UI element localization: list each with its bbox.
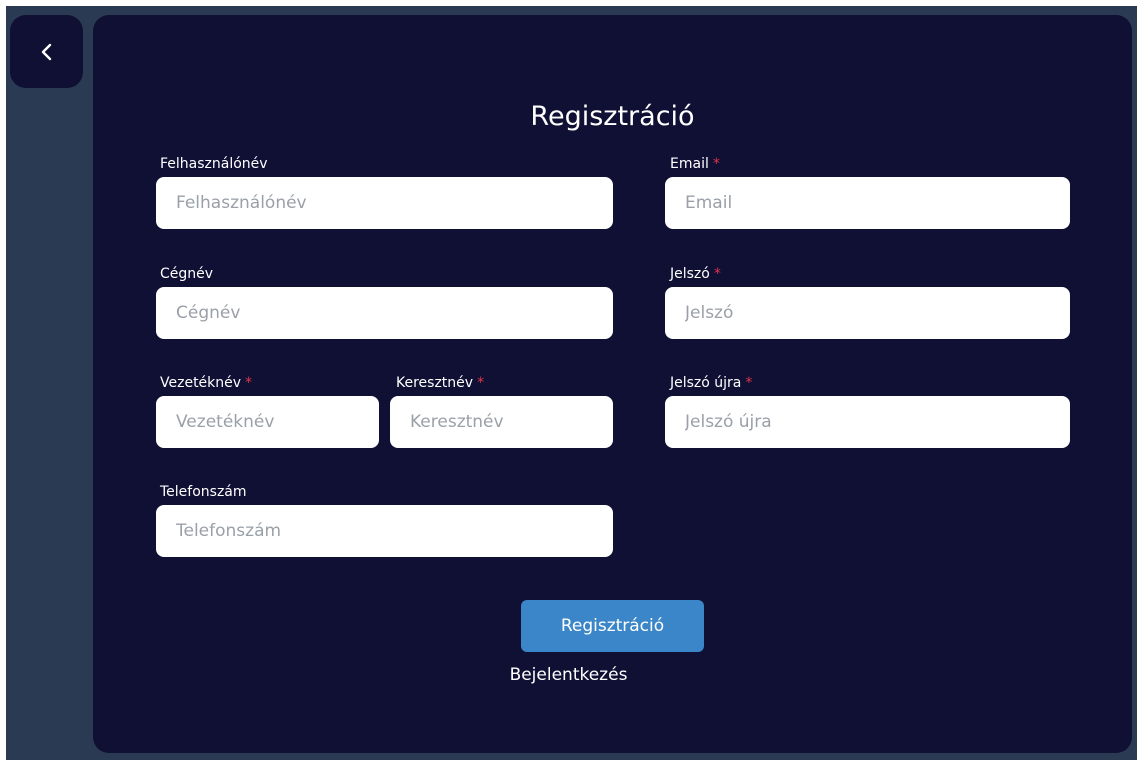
first-name-label: Keresztnév * <box>396 375 485 391</box>
password-again-input[interactable] <box>665 396 1070 448</box>
required-marker: * <box>713 266 721 282</box>
required-marker: * <box>477 375 485 391</box>
phone-input[interactable] <box>156 505 613 557</box>
page-title: Regisztráció <box>530 101 695 132</box>
username-input[interactable] <box>156 177 613 229</box>
company-input[interactable] <box>156 287 613 339</box>
username-label: Felhasználónév <box>160 156 268 172</box>
company-label: Cégnév <box>160 266 214 282</box>
last-name-label: Vezetéknév * <box>160 375 253 391</box>
first-name-input[interactable] <box>390 396 613 448</box>
required-marker: * <box>245 375 253 391</box>
phone-label: Telefonszám <box>160 484 247 500</box>
password-label: Jelszó * <box>670 266 721 282</box>
password-again-label: Jelszó újra * <box>670 375 753 391</box>
login-link[interactable]: Bejelentkezés <box>0 665 1137 685</box>
required-marker: * <box>745 375 753 391</box>
required-marker: * <box>712 156 720 172</box>
chevron-left-icon <box>41 43 51 60</box>
back-button[interactable] <box>10 15 83 88</box>
register-button[interactable]: Regisztráció <box>521 600 704 652</box>
password-input[interactable] <box>665 287 1070 339</box>
last-name-input[interactable] <box>156 396 379 448</box>
email-label: Email * <box>670 156 720 172</box>
email-input[interactable] <box>665 177 1070 229</box>
